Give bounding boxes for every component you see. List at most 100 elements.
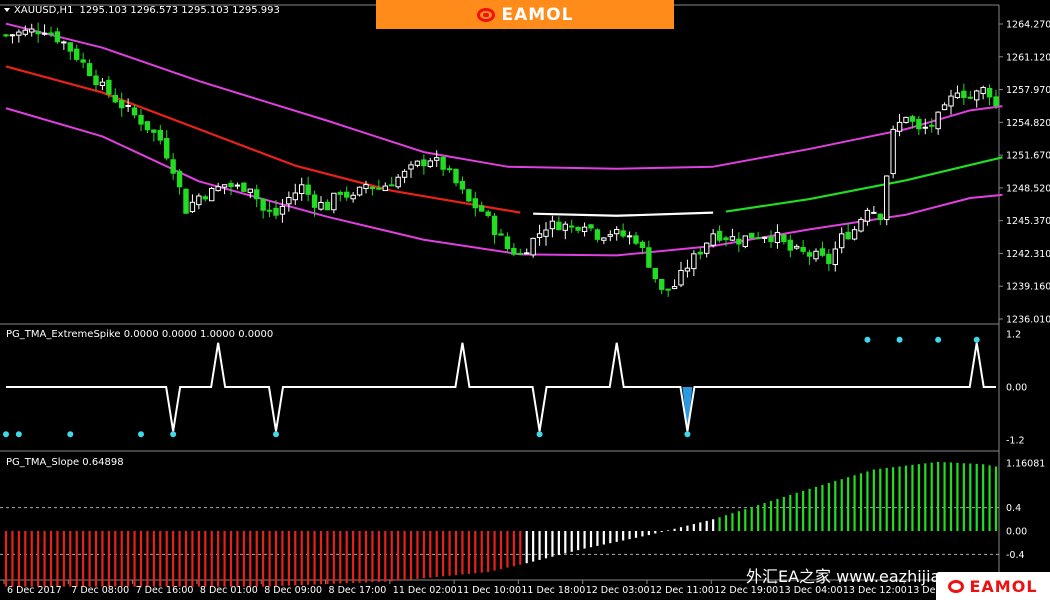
spike-tick-label: 1.2 [1006,330,1021,341]
brand-logo-icon [948,579,965,593]
candle-body [119,100,125,109]
price-tick-label: 1257.970 [1006,85,1050,96]
slope-title: PG_TMA_Slope 0.64898 [6,457,124,468]
trading-chart[interactable]: 1264.270 1261.120 1257.970 1254.820 1251.670… [0,0,1050,600]
candle-body [485,211,491,216]
candle-body [414,160,421,166]
candle-body [16,31,22,36]
candle-body [286,196,292,205]
candle-body [697,251,703,255]
candle-body [980,87,986,95]
candle-body [202,196,208,200]
candle-body [620,230,626,237]
candle-body [350,194,356,200]
candle-body [800,246,806,252]
candle-body [871,211,877,214]
brand-logo-icon [476,7,495,22]
watermark-logo: EAMOL [936,572,1050,600]
candle-body [183,188,189,214]
candle-body [382,185,388,192]
slope-tick-label: -0.4 [1006,550,1025,561]
candle-body [106,79,112,95]
candle-body [324,201,331,211]
spike-dot [973,336,980,343]
candle-body [164,138,170,159]
candle-body [344,191,350,198]
candle-body [986,87,993,98]
spike-dot [67,431,74,438]
candle-body [832,248,838,266]
candle-body [504,236,511,250]
candle-body [794,245,800,249]
candle-body [864,209,871,222]
candle-body [29,28,35,33]
candle-body [845,231,851,240]
time-tick-label: 11 Dec 10:00 [457,585,521,596]
time-tick-label: 6 Dec 2017 [7,585,62,596]
candle-body [967,96,973,99]
candle-body [93,75,99,86]
price-tick-label: 1239.160 [1006,282,1050,293]
candle-body [935,111,941,130]
candle-body [395,176,401,188]
candle-body [684,267,691,272]
candle-body [948,95,954,107]
candle-body [993,96,999,107]
candle-body [954,92,961,99]
candle-body [41,32,48,35]
candle-body [299,184,305,195]
candle-body [922,126,928,129]
price-tick-label: 1245.370 [1006,216,1050,227]
candle-body [434,157,440,161]
candle-body [581,226,588,232]
spike-dot [15,431,22,438]
price-tick-label: 1251.670 [1006,151,1050,162]
candle-body [260,198,266,211]
spike-dot [896,336,903,343]
candle-body [48,32,54,35]
candle-body [562,223,568,231]
candle-body [839,233,845,249]
spike-dot [138,431,144,438]
price-tick-label: 1236.010 [1006,315,1050,326]
candle-body [819,248,826,256]
spike-tick-label: 0.00 [1006,383,1027,394]
candle-body [453,168,459,184]
candle-body [639,241,646,249]
candle-body [311,194,318,208]
candle-body [909,116,916,122]
candle-body [607,234,613,237]
candle-body [247,188,253,193]
time-tick-label: 8 Dec 17:00 [329,585,387,596]
spike-title: PG_TMA_ExtremeSpike 0.0000 0.0000 1.0000… [6,329,273,340]
candle-body [588,224,594,229]
candle-body [170,159,176,174]
candle-body [491,215,498,235]
candle-body [665,288,671,291]
candle-body [601,237,607,241]
candle-body [408,164,414,170]
candle-body [356,186,363,196]
candle-body [189,201,196,213]
candle-body [633,235,639,244]
time-tick-label: 11 Dec 02:00 [393,585,457,596]
candle-body [890,128,896,175]
slope-tick-label: 0.00 [1006,526,1027,537]
candle-body [279,205,286,215]
candle-body [556,221,562,231]
price-tick-label: 1261.120 [1006,52,1050,63]
candle-body [594,229,601,240]
candle-body [524,252,530,255]
candle-body [459,180,466,190]
candle-body [877,213,883,221]
candle-body [729,236,736,241]
brand-banner[interactable]: EAMOL [376,0,674,29]
candle-body [254,189,260,200]
time-tick-label: 12 Dec 03:00 [586,585,650,596]
spike-tick-label: -1.2 [1006,436,1025,447]
candle-body [626,235,633,238]
candle-body [761,236,768,239]
candle-body [549,220,556,230]
candle-body [215,186,221,192]
candle-body [292,192,298,201]
